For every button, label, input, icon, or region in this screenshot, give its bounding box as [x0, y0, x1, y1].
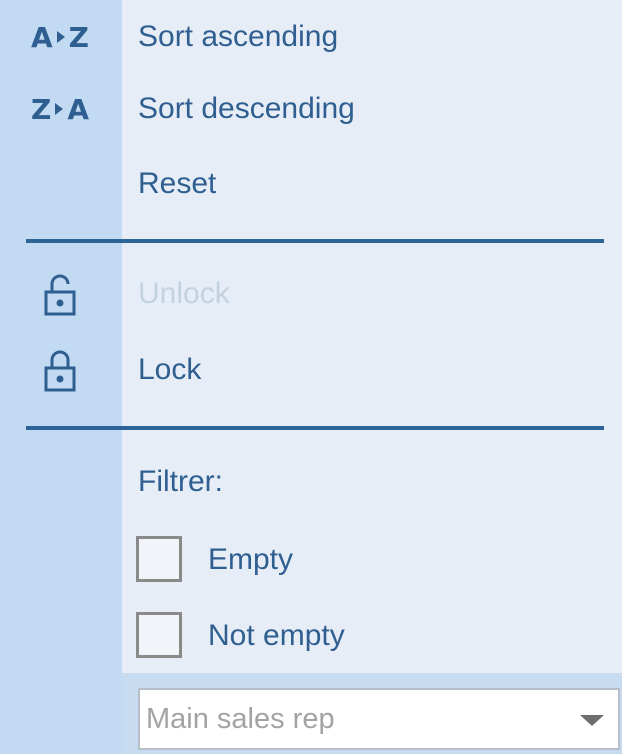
lock-label: Lock: [138, 353, 202, 386]
sort-descending-item[interactable]: Z A Sort descending: [0, 72, 622, 146]
reset-item[interactable]: Reset: [0, 147, 622, 221]
sort-descending-label: Sort descending: [138, 92, 355, 125]
empty-checkbox-label: Empty: [208, 543, 294, 576]
not-empty-checkbox-label: Not empty: [208, 619, 345, 652]
filter-option-not-empty[interactable]: Not empty: [122, 605, 622, 667]
menu-divider: [26, 239, 604, 243]
filter-title: Filtrer:: [138, 465, 223, 498]
sort-za-icon: Z A: [31, 92, 89, 126]
padlock-icon: [20, 333, 100, 407]
lock-item[interactable]: Lock: [0, 333, 622, 407]
sort-ascending-item[interactable]: A Z Sort ascending: [0, 0, 622, 74]
unlock-item: Unlock: [0, 257, 622, 331]
menu-divider: [26, 426, 604, 430]
chevron-down-icon[interactable]: [580, 715, 604, 726]
empty-checkbox[interactable]: [136, 536, 182, 582]
not-empty-checkbox[interactable]: [136, 612, 182, 658]
filter-option-empty[interactable]: Empty: [122, 529, 622, 591]
padlock-icon: [20, 257, 100, 331]
select-placeholder: Main sales rep: [146, 703, 335, 735]
column-context-menu: A Z Sort ascending Z A Sort descending R…: [0, 0, 622, 754]
unlock-label: Unlock: [138, 277, 230, 310]
sort-ascending-label: Sort ascending: [138, 20, 339, 53]
reset-label: Reset: [138, 167, 217, 200]
sales-rep-select[interactable]: Main sales rep: [138, 688, 620, 750]
sort-az-icon: A Z: [31, 20, 89, 54]
